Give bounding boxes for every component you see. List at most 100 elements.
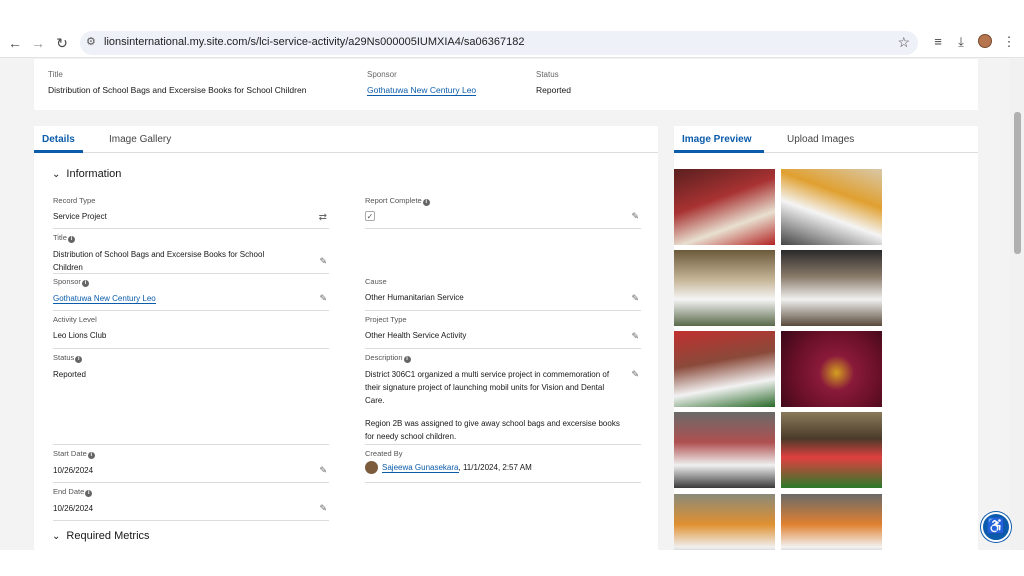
menu-kebab-icon[interactable]: ⋮	[1000, 34, 1018, 50]
information-section-title: Information	[66, 168, 122, 180]
gallery-image[interactable]	[781, 331, 882, 407]
details-tabs: Details Image Gallery	[34, 126, 658, 153]
accessibility-icon[interactable]: ♿	[981, 512, 1011, 542]
status-label: Status	[53, 353, 75, 362]
image-tabs: Image Preview Upload Images	[674, 126, 978, 153]
address-bar[interactable]: ⚙ lionsinternational.my.site.com/s/lci-s…	[80, 31, 918, 55]
information-section-toggle[interactable]: ⌄ Information	[52, 168, 121, 180]
back-arrow-icon[interactable]: ←	[6, 34, 24, 52]
chevron-down-icon: ⌄	[52, 169, 61, 180]
edit-sponsor-pencil-icon[interactable]: ✎	[319, 293, 327, 304]
info-icon[interactable]: i	[85, 490, 93, 497]
header-title-value: Distribution of School Bags and Excersis…	[48, 85, 307, 95]
end-date-value: 10/26/2024	[53, 504, 94, 513]
scrollbar-thumb[interactable]	[1014, 112, 1021, 254]
url-text[interactable]: lionsinternational.my.site.com/s/lci-ser…	[104, 36, 524, 48]
header-status-label: Status	[536, 70, 559, 79]
report-complete-label: Report Complete	[365, 196, 422, 205]
info-icon[interactable]: i	[67, 236, 75, 243]
required-metrics-section-title: Required Metrics	[66, 530, 150, 542]
gallery-image[interactable]	[674, 494, 775, 550]
header-title-label: Title	[48, 70, 63, 79]
profile-avatar[interactable]	[978, 34, 992, 48]
tab-image-gallery[interactable]: Image Gallery	[109, 134, 171, 145]
end-date-label: End Date	[53, 487, 85, 496]
activity-level-field: Activity Level Leo Lions Club	[53, 315, 329, 349]
description-paragraph-1: District 306C1 organized a multi service…	[365, 370, 610, 405]
edit-start-date-pencil-icon[interactable]: ✎	[319, 465, 327, 476]
gallery-image[interactable]	[674, 331, 775, 407]
end-date-field: End Date i 10/26/2024 ✎	[53, 487, 329, 521]
forward-arrow-icon[interactable]: →	[29, 34, 47, 52]
window-top-bar	[0, 0, 1024, 28]
status-value: Reported	[53, 370, 86, 379]
gallery-image[interactable]	[781, 412, 882, 488]
active-tab-indicator	[674, 150, 764, 153]
project-type-label: Project Type	[365, 315, 407, 324]
active-tab-indicator	[34, 150, 83, 153]
record-type-value: Service Project	[53, 212, 107, 221]
start-date-value: 10/26/2024	[53, 466, 94, 475]
title-value: Distribution of School Bags and Excersis…	[53, 250, 265, 272]
browser-toolbar: ← → ↻ ⚙ lionsinternational.my.site.com/s…	[0, 28, 1024, 58]
start-date-field: Start Date i 10/26/2024 ✎	[53, 449, 329, 483]
site-info-icon[interactable]: ⚙	[86, 35, 96, 48]
header-sponsor-label: Sponsor	[367, 70, 397, 79]
window-bottom-bar	[0, 550, 1024, 576]
report-complete-checkbox[interactable]: ✓	[365, 211, 375, 221]
edit-title-pencil-icon[interactable]: ✎	[319, 256, 327, 267]
title-label: Title	[53, 233, 67, 242]
info-icon[interactable]: i	[422, 199, 430, 206]
edit-cause-pencil-icon[interactable]: ✎	[631, 293, 639, 304]
header-sponsor-link[interactable]: Gothatuwa New Century Leo	[367, 85, 477, 96]
tab-upload-images[interactable]: Upload Images	[787, 134, 854, 145]
project-type-field: Project Type Other Health Service Activi…	[365, 315, 641, 349]
activity-level-value: Leo Lions Club	[53, 331, 107, 340]
tab-image-preview[interactable]: Image Preview	[682, 134, 751, 145]
gallery-image[interactable]	[781, 250, 882, 326]
creator-name-link[interactable]: Sajeewa Gunasekara	[382, 463, 459, 473]
gallery-image[interactable]	[781, 494, 882, 550]
created-datetime: , 11/1/2024, 2:57 AM	[458, 463, 532, 472]
edit-report-complete-pencil-icon[interactable]: ✎	[631, 211, 639, 222]
bookmark-star-icon[interactable]: ☆	[897, 34, 910, 51]
record-header: Title Distribution of School Bags and Ex…	[34, 59, 978, 110]
title-field: Title i Distribution of School Bags and E…	[53, 233, 329, 274]
report-complete-field: Report Complete i ✓ ✎	[365, 196, 641, 229]
record-type-field: Record Type Service Project ⇄	[53, 196, 329, 229]
cause-field: Cause Other Humanitarian Service ✎	[365, 277, 641, 311]
page-content: Title Distribution of School Bags and Ex…	[0, 59, 1024, 550]
creator-avatar	[365, 461, 378, 475]
cause-value: Other Humanitarian Service	[365, 293, 464, 302]
description-paragraph-2: Region 2B was assigned to give away scho…	[365, 419, 620, 441]
required-metrics-section-toggle[interactable]: ⌄ Required Metrics	[52, 530, 150, 542]
sponsor-field: Sponsor i Gothatuwa New Century Leo ✎	[53, 277, 329, 311]
created-by-label: Created By	[365, 449, 403, 458]
info-icon[interactable]: i	[75, 356, 83, 363]
download-icon[interactable]: ⤓	[952, 34, 970, 50]
cause-label: Cause	[365, 277, 387, 286]
change-record-type-icon[interactable]: ⇄	[319, 212, 327, 223]
header-status-value: Reported	[536, 85, 571, 95]
info-icon[interactable]: i	[81, 280, 89, 287]
image-panel: Image Preview Upload Images	[674, 126, 978, 550]
edit-description-pencil-icon[interactable]: ✎	[631, 369, 639, 380]
project-type-value: Other Health Service Activity	[365, 331, 467, 340]
start-date-label: Start Date	[53, 449, 87, 458]
chevron-down-icon: ⌄	[52, 531, 61, 542]
edit-project-type-pencil-icon[interactable]: ✎	[631, 331, 639, 342]
reading-list-icon[interactable]: ≡	[929, 34, 947, 49]
activity-level-label: Activity Level	[53, 315, 97, 324]
gallery-image[interactable]	[674, 250, 775, 326]
edit-end-date-pencil-icon[interactable]: ✎	[319, 503, 327, 514]
tab-details[interactable]: Details	[42, 134, 75, 145]
gallery-image[interactable]	[674, 412, 775, 488]
record-type-label: Record Type	[53, 196, 96, 205]
reload-icon[interactable]: ↻	[53, 34, 71, 52]
gallery-image[interactable]	[781, 169, 882, 245]
info-icon[interactable]: i	[403, 356, 411, 363]
info-icon[interactable]: i	[87, 452, 95, 459]
sponsor-link[interactable]: Gothatuwa New Century Leo	[53, 294, 156, 304]
created-by-field: Created By Sajeewa Gunasekara, 11/1/2024…	[365, 449, 641, 483]
gallery-image[interactable]	[674, 169, 775, 245]
